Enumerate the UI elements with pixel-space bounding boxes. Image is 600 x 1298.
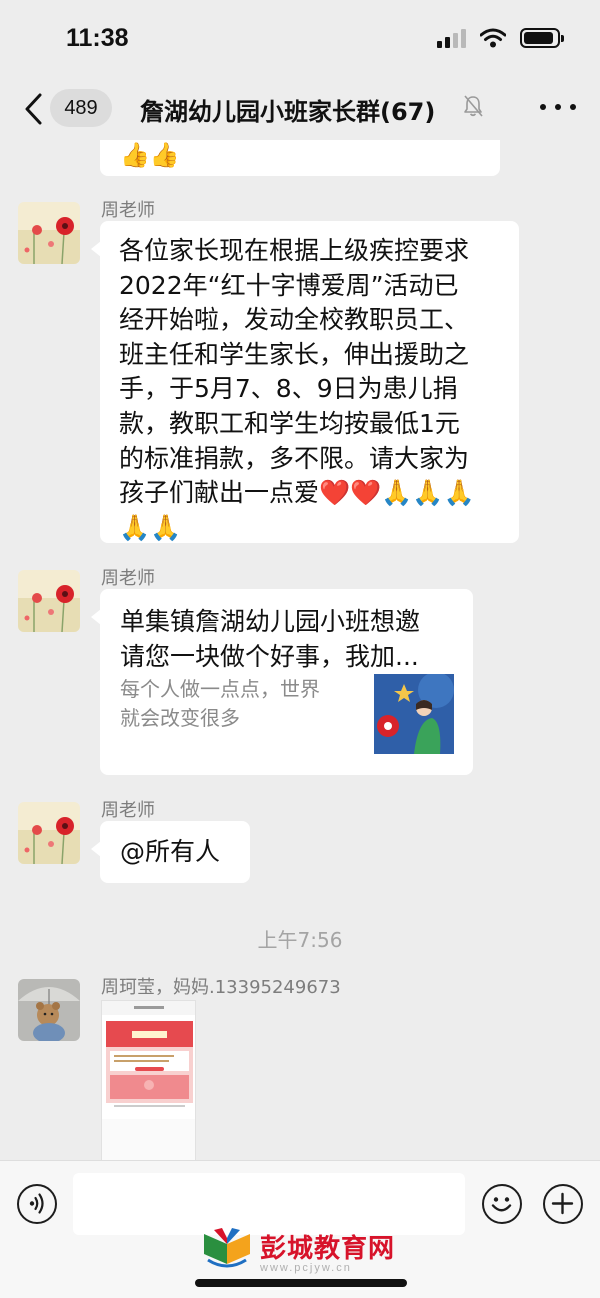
book-logo-icon (204, 1228, 250, 1268)
avatar-zhou-teacher[interactable] (18, 570, 80, 632)
link-card-message[interactable]: 单集镇詹湖幼儿园小班想邀 请您一块做个好事，我加... 每个人做一点点，世界 就… (91, 589, 473, 775)
smiley-icon (491, 1197, 512, 1212)
sender-name: 周老师 (101, 568, 155, 589)
sender-name: 周老师 (101, 200, 155, 221)
voice-button[interactable] (17, 1184, 57, 1224)
plus-circle-icon (551, 1192, 574, 1215)
avatar-zhou-teacher[interactable] (18, 802, 80, 864)
avatar-zhou-teacher[interactable] (18, 202, 80, 264)
message-bubble-notice[interactable]: 各位家长现在根据上级疾控要求 2022年“红十字博爱周”活动已 经开始啦，发动全… (91, 221, 519, 543)
unread-count-badge[interactable]: 489 (50, 89, 112, 127)
ellipsis-icon (540, 104, 546, 110)
battery-level (524, 32, 553, 44)
more-options-button[interactable] (540, 92, 576, 122)
watermark-name: 彭城教育网 (260, 1234, 396, 1264)
message-bubble-previous[interactable]: 👍👍 (100, 140, 500, 176)
wifi-icon (480, 28, 506, 48)
link-card-description: 每个人做一点点，世界 就会改变很多 (120, 677, 320, 730)
message-bubble-mention[interactable]: @所有人 (91, 821, 250, 883)
sender-name: 周珂莹，妈妈.13395249673 (101, 977, 341, 998)
more-functions-button[interactable] (543, 1184, 583, 1224)
sender-name: 周老师 (101, 800, 155, 821)
bell-slash-icon (464, 95, 483, 117)
status-time: 11:38 (66, 24, 129, 52)
home-indicator[interactable] (195, 1279, 407, 1287)
battery-icon (520, 28, 564, 48)
thumbs-up-emoji: 👍👍 (120, 141, 180, 169)
site-watermark: 彭城教育网 www.pcjyw.cn (200, 1222, 420, 1276)
link-card-thumbnail (374, 674, 454, 754)
emoji-button[interactable] (482, 1184, 522, 1224)
chat-message-list[interactable]: 👍👍 周老师 各位家长现在根据上级疾控要求 2022年“红十字博爱周”活动已 经… (0, 140, 600, 1160)
link-card-title: 单集镇詹湖幼儿园小班想邀 请您一块做个好事，我加... (120, 607, 421, 671)
time-divider: 上午7:56 (257, 928, 343, 952)
message-text: 各位家长现在根据上级疾控要求 2022年“红十字博爱周”活动已 经开始啦，发动全… (119, 236, 475, 542)
voice-icon (29, 1193, 44, 1214)
avatar-parent[interactable] (18, 979, 80, 1041)
chat-title: 詹湖幼儿园小班家长群(67) (140, 98, 436, 126)
chevron-left-icon[interactable] (22, 92, 46, 126)
message-text: @所有人 (120, 837, 221, 866)
status-icons (437, 28, 564, 48)
status-bar: 11:38 (0, 0, 600, 80)
watermark-url: www.pcjyw.cn (260, 1262, 352, 1274)
cellular-signal-icon (437, 28, 466, 48)
image-message-screenshot[interactable] (101, 1000, 196, 1160)
chat-header: 489 詹湖幼儿园小班家长群(67) (0, 80, 600, 140)
